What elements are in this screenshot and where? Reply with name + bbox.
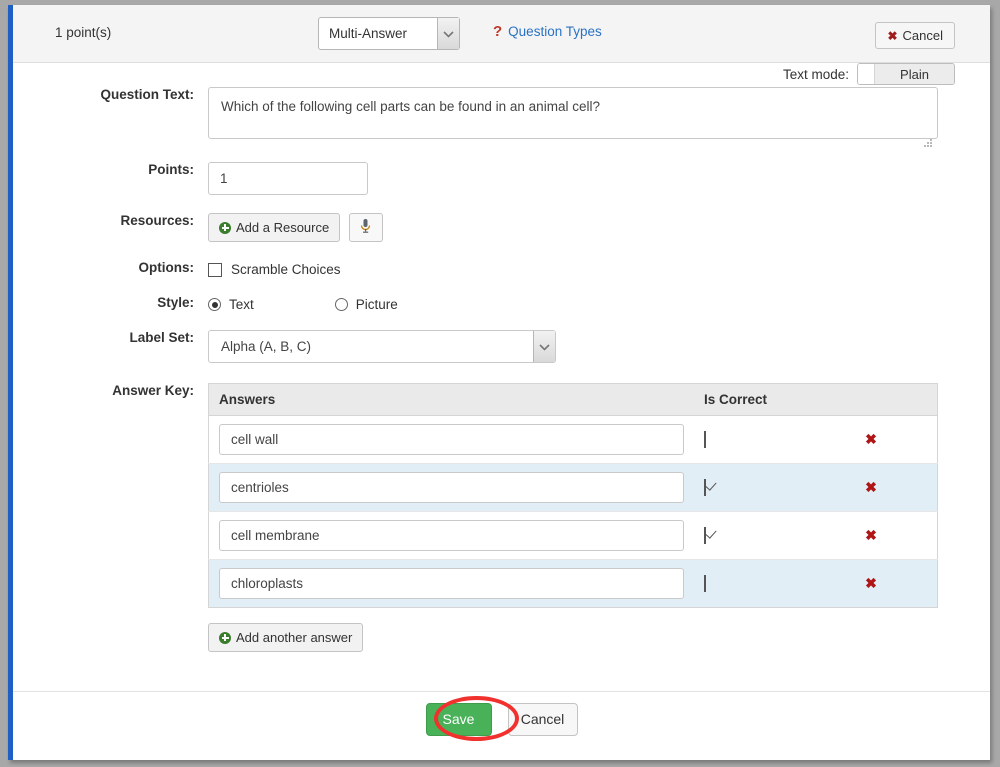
answer-input[interactable] [219,520,684,551]
answer-cell [208,559,694,608]
delete-answer-x-icon[interactable]: ✖ [851,480,877,494]
table-row: ✖ [208,559,938,608]
resources-label: Resources: [120,213,194,228]
row-answer-key: Answer Key: Answers Is Correct cell wall… [13,383,990,652]
editor-header: 1 point(s) Multi-Answer ? Question Types… [13,5,990,63]
is-correct-cell [694,463,842,512]
question-editor-panel: 1 point(s) Multi-Answer ? Question Types… [8,5,990,760]
add-resource-label: Add a Resource [236,220,330,235]
table-row: ✖ [208,415,938,464]
x-icon: ✖ [887,28,898,43]
radio-selected-icon[interactable] [208,298,221,311]
row-options: Options: Scramble Choices [13,260,990,277]
microphone-icon [360,218,371,237]
is-correct-cell [694,559,842,608]
column-header-is-correct: Is Correct [694,383,842,416]
text-mode-value: Plain [874,64,954,84]
row-resources: Resources: Add a Resource [13,213,990,242]
points-summary-label: 1 point(s) [55,25,112,40]
text-mode-toggle[interactable]: Plain [857,63,955,85]
save-label: Save [442,711,475,727]
is-correct-cell [694,415,842,464]
question-type-select[interactable]: Multi-Answer [318,17,460,50]
table-row: ✖ [208,511,938,560]
style-radio-picture[interactable]: Picture [334,297,398,312]
add-another-answer-label: Add another answer [236,630,353,645]
editor-body: Question Text: Text mode: Plain Which of… [13,63,990,652]
is-correct-checkbox[interactable] [704,575,706,592]
question-type-value: Multi-Answer [329,26,408,41]
checkbox-icon[interactable] [208,262,222,277]
style-radio-text[interactable]: Text [208,297,254,312]
label-set-select[interactable]: Alpha (A, B, C) [208,330,556,363]
table-row: ✖ [208,463,938,512]
text-mode-control: Text mode: Plain [783,63,955,85]
row-style: Style: Text Picture [13,295,990,312]
toggle-knob [858,64,874,84]
style-label: Style: [157,295,194,310]
save-button[interactable]: Save [425,702,492,736]
answer-key-label: Answer Key: [112,383,194,398]
answer-input[interactable] [219,424,684,455]
style-picture-label: Picture [355,297,398,312]
scramble-choices-label: Scramble Choices [231,262,341,277]
add-another-answer-button[interactable]: Add another answer [208,623,364,652]
text-mode-label: Text mode: [782,66,849,82]
delete-cell: ✖ [841,463,938,512]
points-input[interactable] [208,162,368,195]
answer-cell [208,511,694,560]
answer-cell [208,415,694,464]
answer-cell [208,463,694,512]
label-set-label: Label Set: [129,330,194,345]
answer-input[interactable] [219,568,684,599]
delete-cell: ✖ [841,559,938,608]
footer-cancel-button[interactable]: Cancel [507,702,578,736]
resize-grip-icon[interactable] [924,139,934,149]
radio-unselected-icon[interactable] [334,298,348,311]
delete-answer-x-icon[interactable]: ✖ [851,432,877,446]
question-types-link[interactable]: ? Question Types [493,24,602,39]
delete-cell: ✖ [841,415,938,464]
row-question-text: Question Text: Text mode: Plain [13,63,990,147]
is-correct-cell [694,511,842,560]
question-mark-icon: ? [493,23,503,40]
delete-answer-x-icon[interactable]: ✖ [851,528,877,542]
header-cancel-button[interactable]: ✖ Cancel [875,22,955,49]
question-text-input[interactable] [208,87,938,139]
scramble-choices-checkbox[interactable]: Scramble Choices [208,260,990,277]
is-correct-checkbox[interactable] [704,431,706,448]
header-cancel-label: Cancel [902,28,943,43]
options-label: Options: [138,260,195,275]
column-header-answers: Answers [208,383,694,416]
plus-circle-icon [219,631,231,644]
record-audio-button[interactable] [348,213,383,242]
answer-key-table: Answers Is Correct cell wall ✖ centriole… [208,383,938,608]
is-correct-checkbox[interactable] [704,527,706,544]
chevron-down-icon[interactable] [437,18,459,49]
delete-answer-x-icon[interactable]: ✖ [851,576,877,590]
row-label-set: Label Set: Alpha (A, B, C) [13,330,990,363]
add-resource-button[interactable]: Add a Resource [208,213,341,242]
style-text-label: Text [229,297,254,312]
answer-input[interactable] [219,472,684,503]
column-header-delete [841,383,938,416]
footer-cancel-label: Cancel [520,711,565,727]
question-text-label: Question Text: [100,87,194,102]
chevron-down-icon[interactable] [533,331,555,362]
is-correct-checkbox[interactable] [704,479,706,496]
question-types-label: Question Types [508,24,602,39]
screen: 1 point(s) Multi-Answer ? Question Types… [0,0,1000,767]
row-points: Points: [13,162,990,195]
editor-footer: Save Cancel [13,691,990,760]
plus-circle-icon [219,221,231,234]
label-set-value: Alpha (A, B, C) [221,339,312,354]
points-label: Points: [148,162,194,177]
delete-cell: ✖ [841,511,938,560]
table-header-row: Answers Is Correct [208,383,938,416]
